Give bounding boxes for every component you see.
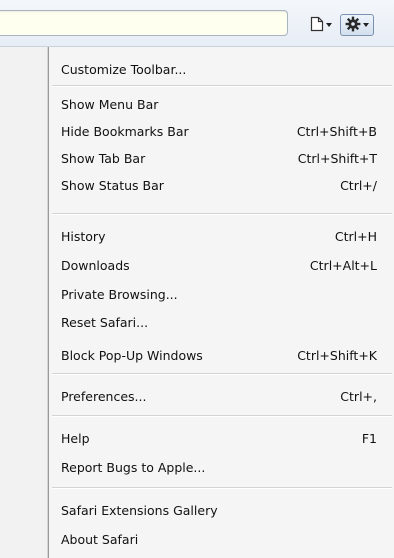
menu-item-downloads[interactable]: Downloads Ctrl+Alt+L bbox=[49, 254, 394, 276]
menu-item-shortcut: Ctrl+Shift+T bbox=[297, 150, 377, 166]
menu-item-hide-bookmarks-bar[interactable]: Hide Bookmarks Bar Ctrl+Shift+B bbox=[49, 120, 394, 142]
browser-toolbar bbox=[0, 0, 394, 47]
menu-item-help[interactable]: Help F1 bbox=[49, 427, 394, 449]
menu-item-preferences[interactable]: Preferences... Ctrl+, bbox=[49, 385, 394, 407]
menu-item-label: History bbox=[61, 228, 106, 244]
settings-menu: Customize Toolbar... Show Menu Bar Hide … bbox=[48, 47, 394, 558]
menu-item-label: Show Status Bar bbox=[61, 177, 164, 193]
menu-item-about-safari[interactable]: About Safari bbox=[49, 528, 394, 550]
gear-icon bbox=[345, 16, 361, 35]
menu-item-shortcut: Ctrl+Alt+L bbox=[309, 257, 377, 273]
menu-item-label: Show Tab Bar bbox=[61, 150, 146, 166]
menu-item-label: Safari Extensions Gallery bbox=[61, 502, 218, 518]
page-content-edge bbox=[0, 47, 48, 558]
menu-item-label: Block Pop-Up Windows bbox=[61, 347, 203, 363]
menu-item-show-tab-bar[interactable]: Show Tab Bar Ctrl+Shift+T bbox=[49, 147, 394, 169]
menu-item-label: Private Browsing... bbox=[61, 286, 178, 302]
chevron-down-icon bbox=[326, 23, 332, 27]
menu-item-report-bugs[interactable]: Report Bugs to Apple... bbox=[49, 456, 394, 478]
menu-item-shortcut: Ctrl+/ bbox=[340, 177, 377, 193]
menu-separator bbox=[52, 373, 392, 375]
gear-menu-button[interactable] bbox=[340, 14, 374, 36]
menu-item-block-pop-up-windows[interactable]: Block Pop-Up Windows Ctrl+Shift+K bbox=[49, 344, 394, 366]
menu-item-label: Preferences... bbox=[61, 388, 147, 404]
menu-item-label: Show Menu Bar bbox=[61, 96, 159, 112]
page-icon bbox=[310, 16, 324, 35]
menu-item-label: Report Bugs to Apple... bbox=[61, 459, 206, 475]
menu-item-label: Reset Safari... bbox=[61, 314, 149, 330]
menu-item-label: About Safari bbox=[61, 531, 139, 547]
menu-item-shortcut: Ctrl+Shift+B bbox=[296, 123, 377, 139]
menu-item-history[interactable]: History Ctrl+H bbox=[49, 225, 394, 247]
menu-item-label: Help bbox=[61, 430, 90, 446]
menu-item-customize-toolbar[interactable]: Customize Toolbar... bbox=[49, 58, 394, 80]
menu-item-label: Customize Toolbar... bbox=[61, 61, 187, 77]
menu-item-shortcut: Ctrl+Shift+K bbox=[297, 347, 377, 363]
menu-item-safari-extensions-gallery[interactable]: Safari Extensions Gallery bbox=[49, 499, 394, 521]
menu-item-private-browsing[interactable]: Private Browsing... bbox=[49, 283, 394, 305]
menu-item-show-status-bar[interactable]: Show Status Bar Ctrl+/ bbox=[49, 174, 394, 196]
menu-item-show-menu-bar[interactable]: Show Menu Bar bbox=[49, 93, 394, 115]
menu-separator bbox=[52, 213, 392, 215]
page-menu-button[interactable] bbox=[306, 14, 336, 36]
menu-item-shortcut: Ctrl+H bbox=[334, 228, 377, 244]
menu-separator bbox=[52, 415, 392, 417]
menu-item-shortcut: F1 bbox=[361, 430, 377, 446]
menu-separator bbox=[52, 85, 392, 87]
menu-item-shortcut: Ctrl+, bbox=[340, 388, 377, 404]
chevron-down-icon bbox=[363, 23, 369, 27]
menu-item-label: Hide Bookmarks Bar bbox=[61, 123, 189, 139]
address-field[interactable] bbox=[0, 10, 288, 36]
menu-item-label: Downloads bbox=[61, 257, 130, 273]
menu-separator bbox=[52, 487, 392, 489]
menu-item-reset-safari[interactable]: Reset Safari... bbox=[49, 311, 394, 333]
